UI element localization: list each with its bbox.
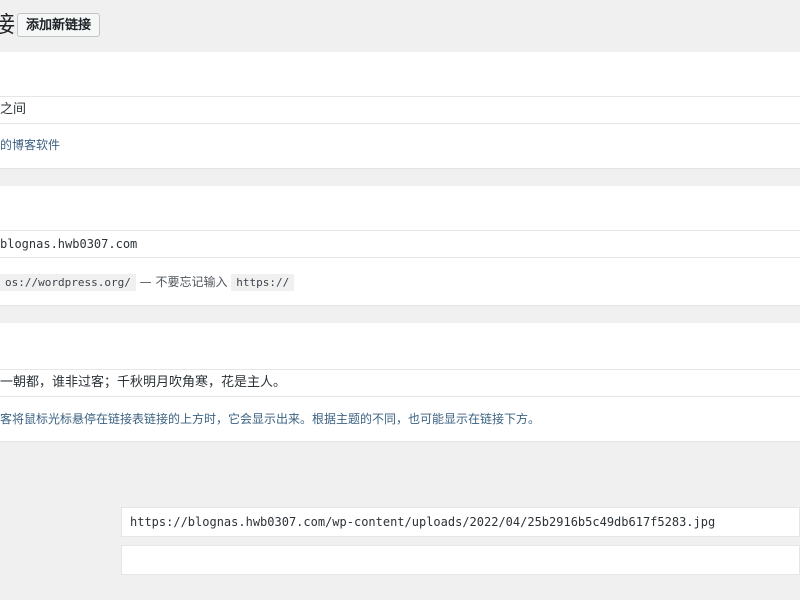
link-description-help: 客将鼠标光标悬停在链接表链接的上方时，它会显示出来。根据主题的不同，也可能显示在…: [0, 412, 541, 426]
https-code: https://: [231, 274, 295, 291]
link-url-description: os://wordpress.org/ — 不要忘记输入 https://: [0, 273, 295, 292]
link-url-input[interactable]: blognas.hwb0307.com: [0, 230, 800, 258]
link-name-input[interactable]: 之间: [0, 96, 800, 124]
page-title: 接: [0, 12, 15, 38]
rss-address-input[interactable]: [121, 545, 800, 575]
link-name-description: 的博客软件: [0, 138, 61, 152]
url-example-code: os://wordpress.org/: [0, 274, 136, 291]
link-name-value: 之间: [0, 102, 27, 117]
link-description-input[interactable]: 一朝都，谁非过客；千秋明月吹角寒，花是主人。: [0, 369, 800, 397]
description-panel: 一朝都，谁非过客；千秋明月吹角寒，花是主人。 客将鼠标光标悬停在链接表链接的上方…: [0, 323, 800, 441]
link-description-value: 一朝都，谁非过客；千秋明月吹角寒，花是主人。: [0, 375, 287, 390]
add-new-link-button[interactable]: 添加新链接: [17, 13, 101, 37]
image-address-value: https://blognas.hwb0307.com/wp-content/u…: [130, 515, 716, 529]
name-panel: 之间 的博客软件: [0, 52, 800, 168]
page-header: 接 添加新链接: [0, 0, 800, 52]
image-address-input[interactable]: https://blognas.hwb0307.com/wp-content/u…: [121, 507, 800, 537]
url-desc-text: — 不要忘记输入: [135, 275, 232, 289]
link-url-value: blognas.hwb0307.com: [0, 237, 138, 251]
url-panel: blognas.hwb0307.com os://wordpress.org/ …: [0, 186, 800, 305]
